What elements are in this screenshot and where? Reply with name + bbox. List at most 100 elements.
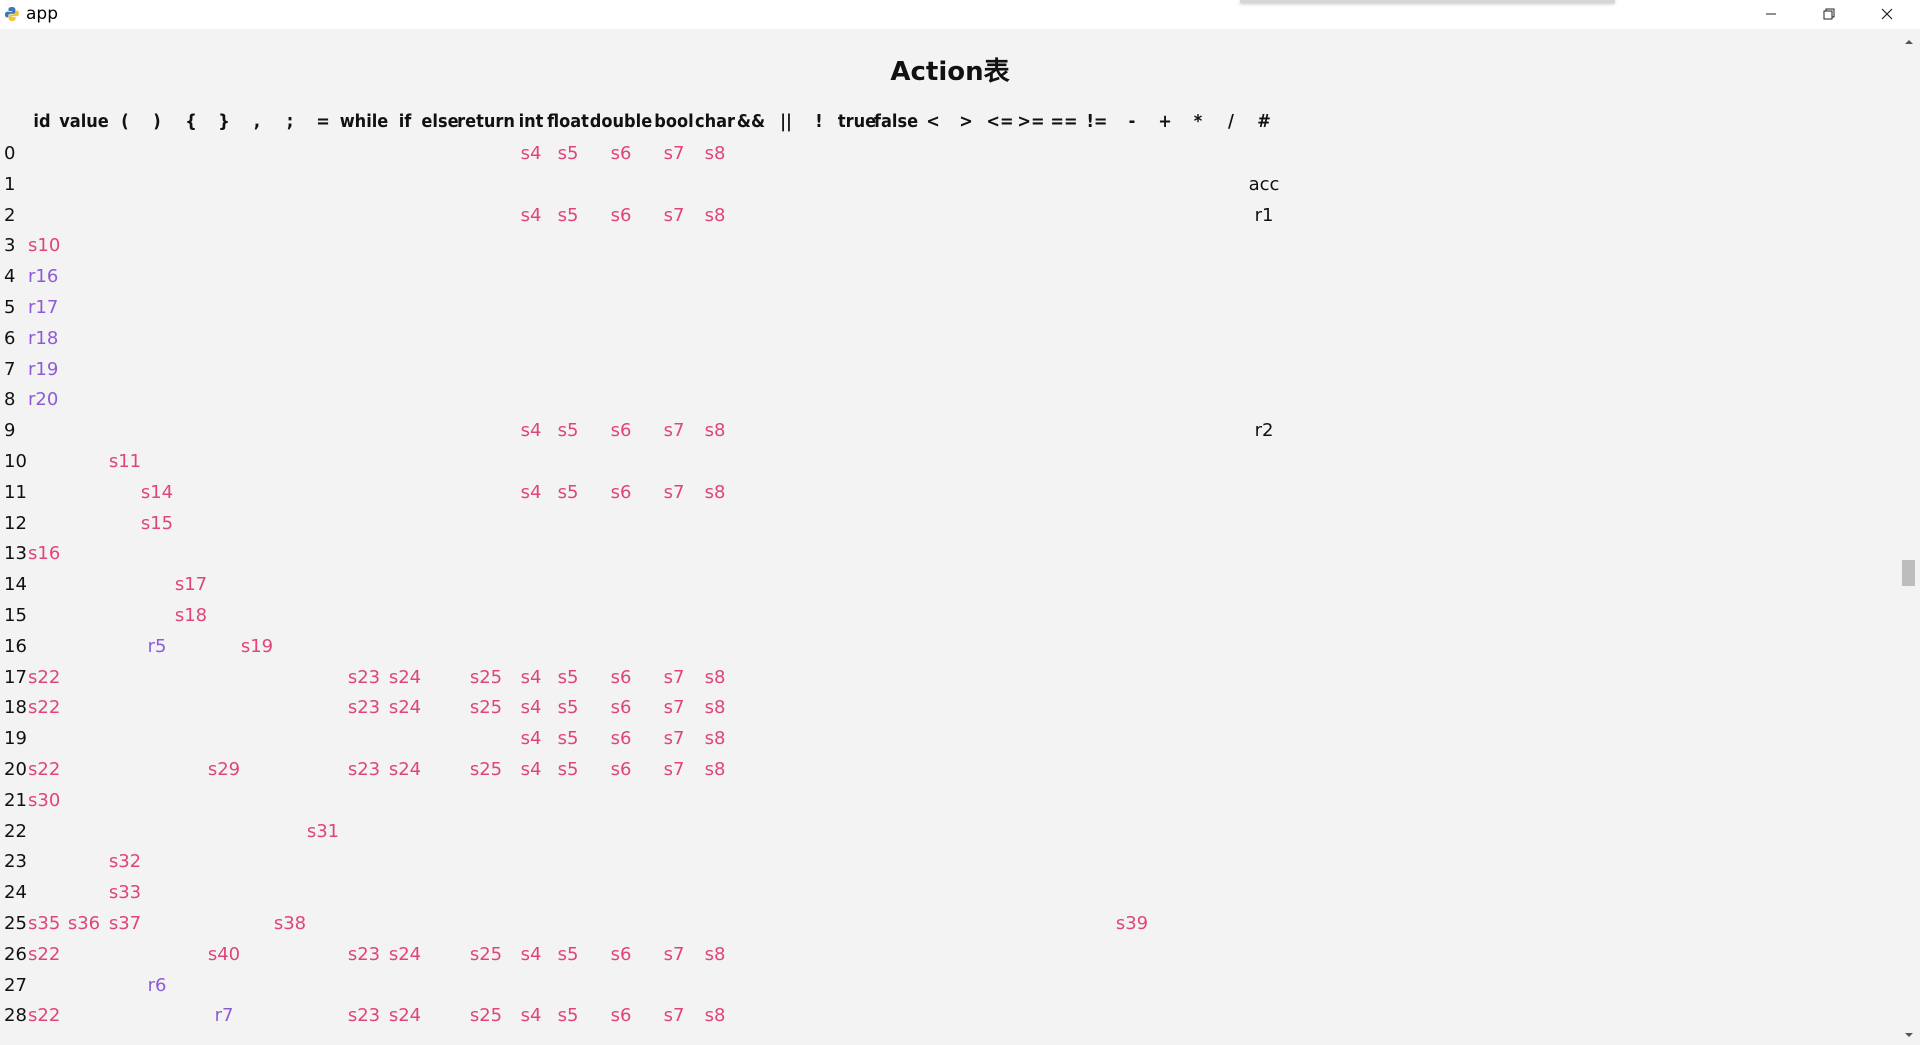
action-cell: s8 bbox=[704, 759, 726, 780]
column-header: - bbox=[1128, 111, 1136, 132]
state-number: 27 bbox=[4, 974, 27, 996]
action-cell: s25 bbox=[469, 1005, 503, 1027]
window-title: app bbox=[26, 4, 58, 24]
column-header: ; bbox=[286, 111, 294, 132]
action-cell: s24 bbox=[388, 759, 422, 780]
action-cell: s7 bbox=[663, 943, 685, 965]
action-cell: s25 bbox=[469, 943, 503, 965]
scroll-down-arrow-icon[interactable] bbox=[1902, 1026, 1916, 1038]
column-header: char bbox=[694, 111, 736, 132]
python-icon bbox=[4, 6, 20, 22]
state-number: 14 bbox=[4, 574, 27, 596]
column-header: <= bbox=[986, 111, 1014, 132]
action-cell: s8 bbox=[704, 204, 726, 226]
action-cell: s7 bbox=[663, 481, 685, 503]
column-header: } bbox=[218, 111, 230, 132]
action-cell: r2 bbox=[1254, 420, 1274, 442]
action-cell: s36 bbox=[67, 913, 101, 934]
state-number: 7 bbox=[4, 358, 16, 380]
state-number: 17 bbox=[4, 666, 27, 688]
action-cell: s29 bbox=[207, 759, 241, 780]
page-title: Action表 bbox=[890, 57, 1010, 87]
action-cell: s7 bbox=[663, 728, 685, 750]
action-cell: s8 bbox=[704, 943, 726, 965]
state-number: 13 bbox=[4, 543, 27, 565]
action-cell: r19 bbox=[28, 358, 59, 380]
column-header: > bbox=[959, 111, 973, 132]
action-cell: s4 bbox=[520, 666, 542, 688]
state-number: 20 bbox=[4, 759, 27, 780]
action-cell: s22 bbox=[28, 666, 61, 688]
action-cell: s8 bbox=[704, 481, 726, 503]
state-number: 2 bbox=[4, 204, 16, 226]
state-number: 15 bbox=[4, 605, 27, 626]
action-cell: s6 bbox=[610, 143, 632, 164]
action-cell: s22 bbox=[28, 943, 61, 965]
action-cell: s7 bbox=[663, 204, 685, 226]
action-cell: s19 bbox=[240, 635, 274, 657]
column-header: value bbox=[59, 111, 109, 132]
column-header: id bbox=[33, 111, 51, 132]
scroll-up-arrow-icon[interactable] bbox=[1902, 33, 1916, 45]
action-cell: s22 bbox=[28, 759, 61, 780]
column-header: == bbox=[1050, 111, 1078, 132]
action-cell: s6 bbox=[610, 943, 632, 965]
action-cell: s8 bbox=[704, 143, 726, 164]
state-number: 28 bbox=[4, 1005, 27, 1027]
action-cell: s7 bbox=[663, 666, 685, 688]
action-cell: s5 bbox=[557, 481, 579, 503]
action-cell: s6 bbox=[610, 1005, 632, 1027]
column-header: # bbox=[1257, 111, 1271, 132]
restore-icon bbox=[1823, 5, 1835, 24]
restore-button[interactable] bbox=[1800, 0, 1858, 29]
column-header: return bbox=[457, 111, 515, 132]
state-number: 5 bbox=[4, 297, 16, 318]
action-cell: s37 bbox=[108, 913, 142, 934]
action-cell: s6 bbox=[610, 420, 632, 442]
action-cell: s23 bbox=[347, 943, 381, 965]
action-cell: s8 bbox=[704, 728, 726, 750]
column-header: bool bbox=[654, 111, 694, 132]
action-cell: s7 bbox=[663, 420, 685, 442]
action-cell: s5 bbox=[557, 943, 579, 965]
window-titlebar: app bbox=[0, 0, 1920, 29]
column-header: int bbox=[518, 111, 544, 132]
column-header: ) bbox=[153, 111, 161, 132]
column-header: { bbox=[185, 111, 197, 132]
state-number: 25 bbox=[4, 913, 27, 934]
action-cell: r16 bbox=[28, 266, 59, 288]
action-cell: s4 bbox=[520, 759, 542, 780]
state-number: 6 bbox=[4, 327, 16, 349]
action-cell: r17 bbox=[28, 297, 59, 318]
column-header: || bbox=[780, 111, 792, 132]
action-cell: s23 bbox=[347, 697, 381, 719]
action-table-view: Action表 id value () {},; = while if else return i… bbox=[0, 29, 1900, 1042]
state-number: 4 bbox=[4, 266, 16, 288]
close-button[interactable] bbox=[1858, 0, 1916, 29]
column-header: != bbox=[1086, 111, 1108, 132]
state-number: 24 bbox=[4, 882, 27, 904]
action-cell: s6 bbox=[610, 728, 632, 750]
state-number: 19 bbox=[4, 728, 27, 750]
action-cell: s24 bbox=[388, 943, 422, 965]
minimize-button[interactable] bbox=[1742, 0, 1800, 29]
column-header: * bbox=[1193, 111, 1203, 132]
column-header: true bbox=[837, 111, 877, 132]
scrollbar-thumb[interactable] bbox=[1902, 560, 1915, 586]
action-cell: s32 bbox=[108, 851, 142, 873]
action-cell: s15 bbox=[140, 512, 174, 534]
state-number: 8 bbox=[4, 389, 16, 411]
action-cell: s5 bbox=[557, 204, 579, 226]
state-number: 22 bbox=[4, 820, 27, 842]
action-cell: s24 bbox=[388, 697, 422, 719]
column-header: if bbox=[398, 111, 412, 132]
action-cell: s24 bbox=[388, 1005, 422, 1027]
action-cell: r18 bbox=[28, 327, 59, 349]
column-header: / bbox=[1228, 111, 1234, 132]
action-cell: s8 bbox=[704, 697, 726, 719]
action-cell: s4 bbox=[520, 481, 542, 503]
state-number: 18 bbox=[4, 697, 27, 719]
state-number: 1 bbox=[4, 173, 16, 195]
vertical-scrollbar[interactable] bbox=[1900, 29, 1920, 1042]
action-cell: s6 bbox=[610, 759, 632, 780]
